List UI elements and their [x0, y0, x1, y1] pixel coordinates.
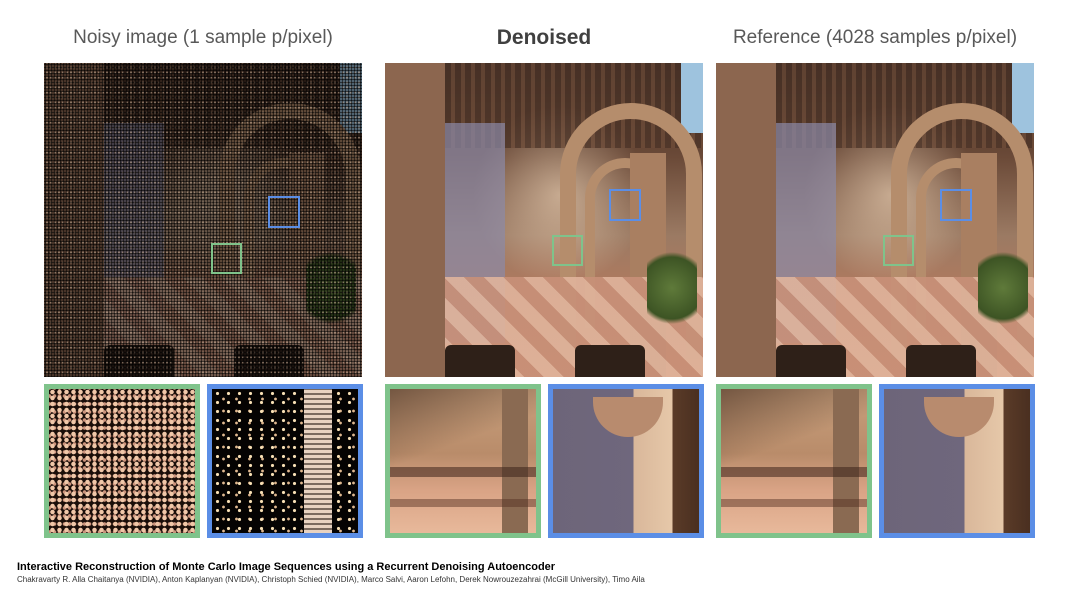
noisy-green-crop [44, 384, 200, 538]
reference-green-crop [716, 384, 872, 538]
green-region-marker [211, 243, 242, 274]
reference-blue-crop [879, 384, 1035, 538]
denoised-column-title: Denoised [496, 26, 592, 49]
denoised-render-image [385, 63, 703, 377]
blue-region-marker [940, 189, 972, 221]
reference-render-image [716, 63, 1034, 377]
denoised-green-crop [385, 384, 541, 538]
green-region-marker [883, 235, 914, 266]
paper-title: Interactive Reconstruction of Monte Carl… [17, 561, 556, 573]
blue-region-marker [268, 196, 300, 228]
noisy-render-image [44, 63, 362, 377]
noisy-column-title: Noisy image (1 sample p/pixel) [73, 27, 333, 48]
blue-region-marker [609, 189, 641, 221]
noisy-blue-crop [207, 384, 363, 538]
denoised-blue-crop [548, 384, 704, 538]
reference-column-title: Reference (4028 samples p/pixel) [732, 27, 1018, 48]
paper-authors: Chakravarty R. Alla Chaitanya (NVIDIA), … [17, 575, 645, 584]
green-region-marker [552, 235, 583, 266]
